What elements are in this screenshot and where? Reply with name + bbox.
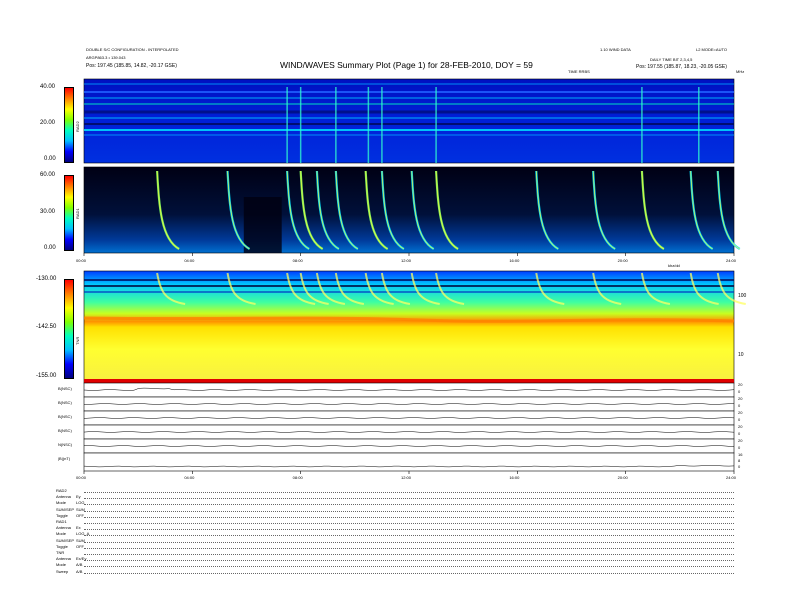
footer-dotted-line: [84, 498, 734, 500]
footer-value: OFF: [76, 512, 84, 518]
footer-key: Mode: [56, 500, 67, 506]
line-panel-label: |B|(nT): [58, 456, 71, 461]
time-tick-label: 24:00: [726, 258, 737, 263]
footer-dotted-line: [84, 560, 734, 562]
time-tick-label: 16:00: [509, 258, 520, 263]
line-panel-right-tick: 20: [738, 382, 743, 387]
footer-key: Antenna: [56, 494, 71, 500]
footer-dotted-line: [84, 566, 734, 568]
time-tick-label: 00:00: [76, 258, 87, 263]
footer-dotted-line: [84, 516, 734, 518]
line-panel-right-tick: 16: [738, 452, 743, 457]
footer-key: Toggle: [56, 543, 68, 549]
footer-key: RAD1: [56, 519, 67, 524]
line-panel-frame: [83, 382, 735, 398]
time-tick-label: 20:00: [617, 475, 628, 480]
line-panel-label: B(NSC): [58, 428, 72, 433]
footer-dotted-line: [84, 572, 734, 574]
footer-key: SUM/SEP: [56, 506, 75, 512]
footer-key: Antenna: [56, 525, 71, 531]
line-panel-right-tick: 20: [738, 410, 743, 415]
rad1-data-gap: [243, 197, 282, 253]
footer-dotted-line: [84, 554, 734, 555]
footer-value: OFF: [76, 543, 84, 549]
tnr-right-tick-10: 10: [738, 352, 744, 358]
tnr-panel: [83, 270, 735, 384]
footer-key: Mode: [56, 562, 67, 568]
footer-key: TNR: [56, 550, 65, 555]
line-panel-right-tick: 20: [738, 424, 743, 429]
footer-dotted-line: [84, 547, 734, 549]
footer-dotted-line: [84, 504, 734, 506]
line-panel-right-tick: 0: [738, 389, 741, 394]
line-panel-right-tick: 0: [738, 431, 741, 436]
footer-dotted-line: [84, 492, 734, 493]
line-panel-label: N(NSC): [58, 442, 72, 447]
line-panel-right-tick: 0: [738, 417, 741, 422]
tnr-unit-label: khz/dd: [668, 263, 680, 268]
time-tick-label: 16:00: [509, 475, 520, 480]
footer-key: Mode: [56, 531, 67, 537]
line-panel-right-tick: 0: [738, 445, 741, 450]
line-panel-frame: [83, 424, 735, 440]
footer-key: Sweep: [56, 568, 69, 574]
footer-key: Antenna: [56, 556, 71, 562]
footer-key: SUM/SEP: [56, 537, 75, 543]
time-tick-label: 04:00: [184, 258, 195, 263]
footer-dotted-line: [84, 529, 734, 531]
footer-value: A/B: [76, 562, 83, 568]
time-tick-label: 08:00: [292, 475, 303, 480]
time-tick-label: 12:00: [401, 258, 412, 263]
footer-value: Ey: [76, 494, 81, 500]
line-panel-frame: [83, 452, 735, 472]
footer-value: Ex: [76, 525, 81, 531]
footer-key: RAD2: [56, 488, 67, 493]
tnr-right-tick-100: 100: [738, 293, 747, 299]
time-tick-label: 08:00: [292, 258, 303, 263]
time-tick-label: 24:00: [726, 475, 737, 480]
line-panel-label: B(NSC): [58, 400, 72, 405]
time-tick-label: 04:00: [184, 475, 195, 480]
time-tick-label: 12:00: [401, 475, 412, 480]
line-panel-right-tick: 8: [738, 458, 741, 463]
line-panel-right-tick: 0: [738, 403, 741, 408]
tnr-floor: [84, 379, 734, 383]
time-tick-label: 00:00: [76, 475, 87, 480]
spectrogram-chart: [83, 78, 746, 474]
time-tick-label: 20:00: [617, 258, 628, 263]
footer-dotted-line: [84, 541, 734, 543]
rad1-panel: [83, 166, 735, 254]
line-panel-label: B(NSC): [58, 414, 72, 419]
footer-dotted-line: [84, 510, 734, 512]
line-panel-right-tick: 0: [738, 464, 741, 469]
footer-dotted-line: [84, 523, 734, 524]
footer-value: A/B: [76, 568, 83, 574]
footer-key: Toggle: [56, 512, 68, 518]
line-panel-label: B(NSC): [58, 386, 72, 391]
line-panel-right-tick: 20: [738, 438, 743, 443]
footer-dotted-line: [84, 535, 734, 537]
line-panel-right-tick: 20: [738, 396, 743, 401]
